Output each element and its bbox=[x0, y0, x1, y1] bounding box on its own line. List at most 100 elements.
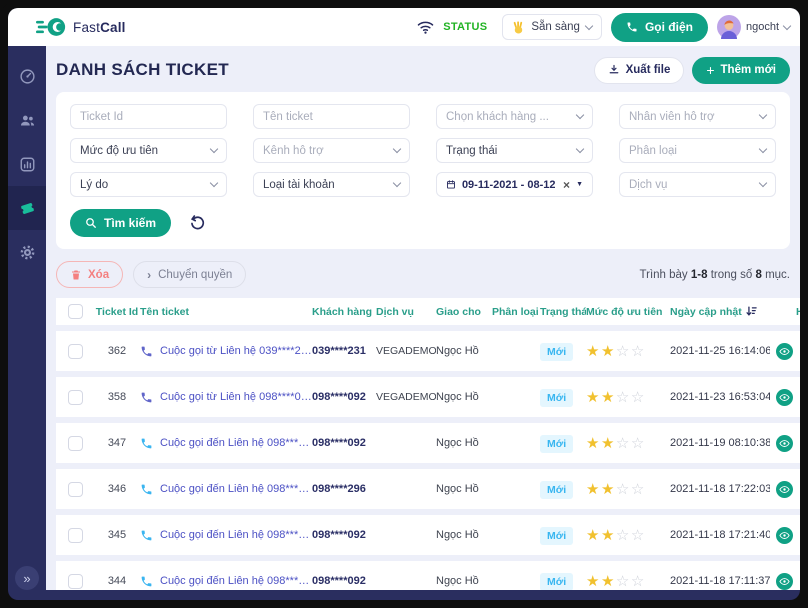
filter-support-staff-select[interactable]: Nhân viên hỗ trợ bbox=[619, 104, 776, 129]
customer-phone-link[interactable]: 098****296 bbox=[312, 483, 376, 495]
call-button[interactable]: Gọi điện bbox=[611, 13, 708, 42]
table-row: 346 Cuộc gọi đến Liên hệ 098****296 098*… bbox=[56, 469, 800, 509]
customer-phone-link[interactable]: 039****231 bbox=[312, 345, 376, 357]
view-ticket-button[interactable] bbox=[776, 389, 793, 406]
add-new-button[interactable]: + Thêm mới bbox=[692, 57, 790, 84]
filter-status-select[interactable]: Trạng thái bbox=[436, 138, 593, 163]
star-filled-icon: ★ bbox=[601, 482, 616, 497]
caret-down-icon: ▼ bbox=[576, 181, 583, 188]
filter-support-channel-select[interactable]: Kênh hỗ trợ bbox=[253, 138, 410, 163]
status-badge: Mới bbox=[540, 573, 573, 591]
sidebar-item-reports[interactable] bbox=[8, 142, 46, 186]
assignee-cell: Ngọc Hồ bbox=[436, 437, 492, 449]
search-button[interactable]: Tìm kiếm bbox=[70, 209, 171, 237]
ticket-title-link[interactable]: Cuộc gọi đến Liên hệ 098****092 bbox=[160, 529, 312, 541]
star-empty-icon: ☆ bbox=[616, 390, 631, 405]
reset-filters-button[interactable] bbox=[189, 215, 206, 232]
priority-stars: ★★☆☆ bbox=[586, 344, 670, 359]
star-filled-icon: ★ bbox=[586, 436, 601, 451]
filter-category-select[interactable]: Phân loại bbox=[619, 138, 776, 163]
row-checkbox[interactable] bbox=[68, 390, 83, 405]
chevron-down-icon bbox=[759, 145, 767, 153]
row-checkbox[interactable] bbox=[68, 528, 83, 543]
view-ticket-button[interactable] bbox=[776, 435, 793, 452]
calendar-icon bbox=[446, 178, 456, 191]
row-checkbox[interactable] bbox=[68, 574, 83, 589]
gear-icon bbox=[19, 244, 36, 261]
view-ticket-button[interactable] bbox=[776, 481, 793, 498]
star-filled-icon: ★ bbox=[586, 344, 601, 359]
chevron-down-icon bbox=[576, 145, 584, 153]
ticket-title-link[interactable]: Cuộc gọi đến Liên hệ 098****092 bbox=[160, 437, 312, 449]
table-header: Ticket Id Tên ticket Khách hàng Dịch vụ … bbox=[56, 298, 800, 325]
star-empty-icon: ☆ bbox=[631, 482, 646, 497]
view-ticket-button[interactable] bbox=[776, 527, 793, 544]
star-filled-icon: ★ bbox=[601, 528, 616, 543]
top-bar: FastCall STATUS Sẵn sàng bbox=[8, 8, 800, 46]
ticket-title-link[interactable]: Cuộc gọi đến Liên hệ 098****296 bbox=[160, 483, 312, 495]
eye-icon bbox=[779, 392, 790, 403]
ticket-title-link[interactable]: Cuộc gọi từ Liên hệ 039****231 bbox=[160, 345, 312, 357]
user-menu[interactable]: ngocht bbox=[717, 15, 790, 39]
fastcall-logo-icon bbox=[36, 17, 66, 37]
customer-phone-link[interactable]: 098****092 bbox=[312, 437, 376, 449]
pagination-summary: Trình bày 1-8 trong số 8 mục. bbox=[640, 269, 790, 281]
filter-ticket-id-input[interactable] bbox=[70, 104, 227, 129]
eye-icon bbox=[779, 576, 790, 587]
export-file-button[interactable]: Xuất file bbox=[594, 57, 685, 84]
ticket-title-link[interactable]: Cuộc gọi đến Liên hệ 098****092 bbox=[160, 575, 312, 587]
filter-account-type-select[interactable]: Loại tài khoản bbox=[253, 172, 410, 197]
view-ticket-button[interactable] bbox=[776, 343, 793, 360]
eye-icon bbox=[779, 484, 790, 495]
view-ticket-button[interactable] bbox=[776, 573, 793, 590]
col-updated-sortable[interactable]: Ngày cập nhật bbox=[670, 306, 770, 318]
availability-dropdown[interactable]: Sẵn sàng bbox=[502, 14, 602, 40]
ticket-name-cell: Cuộc gọi đến Liên hệ 098****092 bbox=[140, 575, 312, 588]
chevron-down-icon bbox=[783, 21, 791, 29]
plus-icon: + bbox=[706, 63, 714, 77]
chevron-down-icon bbox=[576, 111, 584, 119]
sidebar-item-dashboard[interactable] bbox=[8, 54, 46, 98]
chevron-down-icon bbox=[759, 111, 767, 119]
filter-reason-select[interactable]: Lý do bbox=[70, 172, 227, 197]
sidebar-item-tickets[interactable] bbox=[8, 186, 46, 230]
ticket-name-cell: Cuộc gọi đến Liên hệ 098****092 bbox=[140, 529, 312, 542]
customer-phone-link[interactable]: 098****092 bbox=[312, 575, 376, 587]
call-direction-phone-icon bbox=[140, 345, 153, 358]
ticket-title-link[interactable]: Cuộc gọi từ Liên hệ 098****092 bbox=[160, 391, 312, 403]
filter-ticket-name-input[interactable] bbox=[253, 104, 410, 129]
star-empty-icon: ☆ bbox=[631, 528, 646, 543]
row-checkbox[interactable] bbox=[68, 436, 83, 451]
chevron-down-icon bbox=[393, 145, 401, 153]
status-badge: Mới bbox=[540, 343, 573, 361]
sidebar-collapse-button[interactable]: » bbox=[15, 566, 39, 590]
delete-button[interactable]: Xóa bbox=[56, 261, 123, 288]
row-checkbox[interactable] bbox=[68, 482, 83, 497]
customer-phone-link[interactable]: 098****092 bbox=[312, 391, 376, 403]
eye-icon bbox=[779, 346, 790, 357]
table-row: 358 Cuộc gọi từ Liên hệ 098****092 098**… bbox=[56, 377, 800, 417]
reset-icon bbox=[189, 215, 206, 232]
logo-text: FastCall bbox=[73, 20, 126, 35]
select-all-checkbox[interactable] bbox=[68, 304, 83, 319]
updated-at-cell: 2021-11-18 17:21:40 bbox=[670, 529, 770, 541]
transfer-button[interactable]: › Chuyển quyền bbox=[133, 261, 246, 288]
filter-customer-select[interactable]: Chọn khách hàng ... bbox=[436, 104, 593, 129]
page-title: DANH SÁCH TICKET bbox=[56, 60, 229, 80]
sidebar-item-contacts[interactable] bbox=[8, 98, 46, 142]
fastcall-logo[interactable]: FastCall bbox=[36, 17, 126, 37]
clear-icon[interactable]: × bbox=[563, 178, 570, 192]
filter-date-range-picker[interactable]: 09-11-2021 - 08-12-2021×▼ bbox=[436, 172, 593, 197]
star-filled-icon: ★ bbox=[601, 574, 616, 589]
col-priority: Mức độ ưu tiên bbox=[586, 306, 670, 318]
filter-priority-select[interactable]: Mức độ ưu tiên bbox=[70, 138, 227, 163]
row-checkbox[interactable] bbox=[68, 344, 83, 359]
chevron-down-icon bbox=[210, 145, 218, 153]
sidebar-item-settings[interactable] bbox=[8, 230, 46, 274]
table-row: 347 Cuộc gọi đến Liên hệ 098****092 098*… bbox=[56, 423, 800, 463]
table-row: 344 Cuộc gọi đến Liên hệ 098****092 098*… bbox=[56, 561, 800, 590]
assignee-cell: Ngọc Hồ bbox=[436, 483, 492, 495]
customer-phone-link[interactable]: 098****092 bbox=[312, 529, 376, 541]
call-direction-phone-icon bbox=[140, 391, 153, 404]
filter-service-select[interactable]: Dịch vụ bbox=[619, 172, 776, 197]
